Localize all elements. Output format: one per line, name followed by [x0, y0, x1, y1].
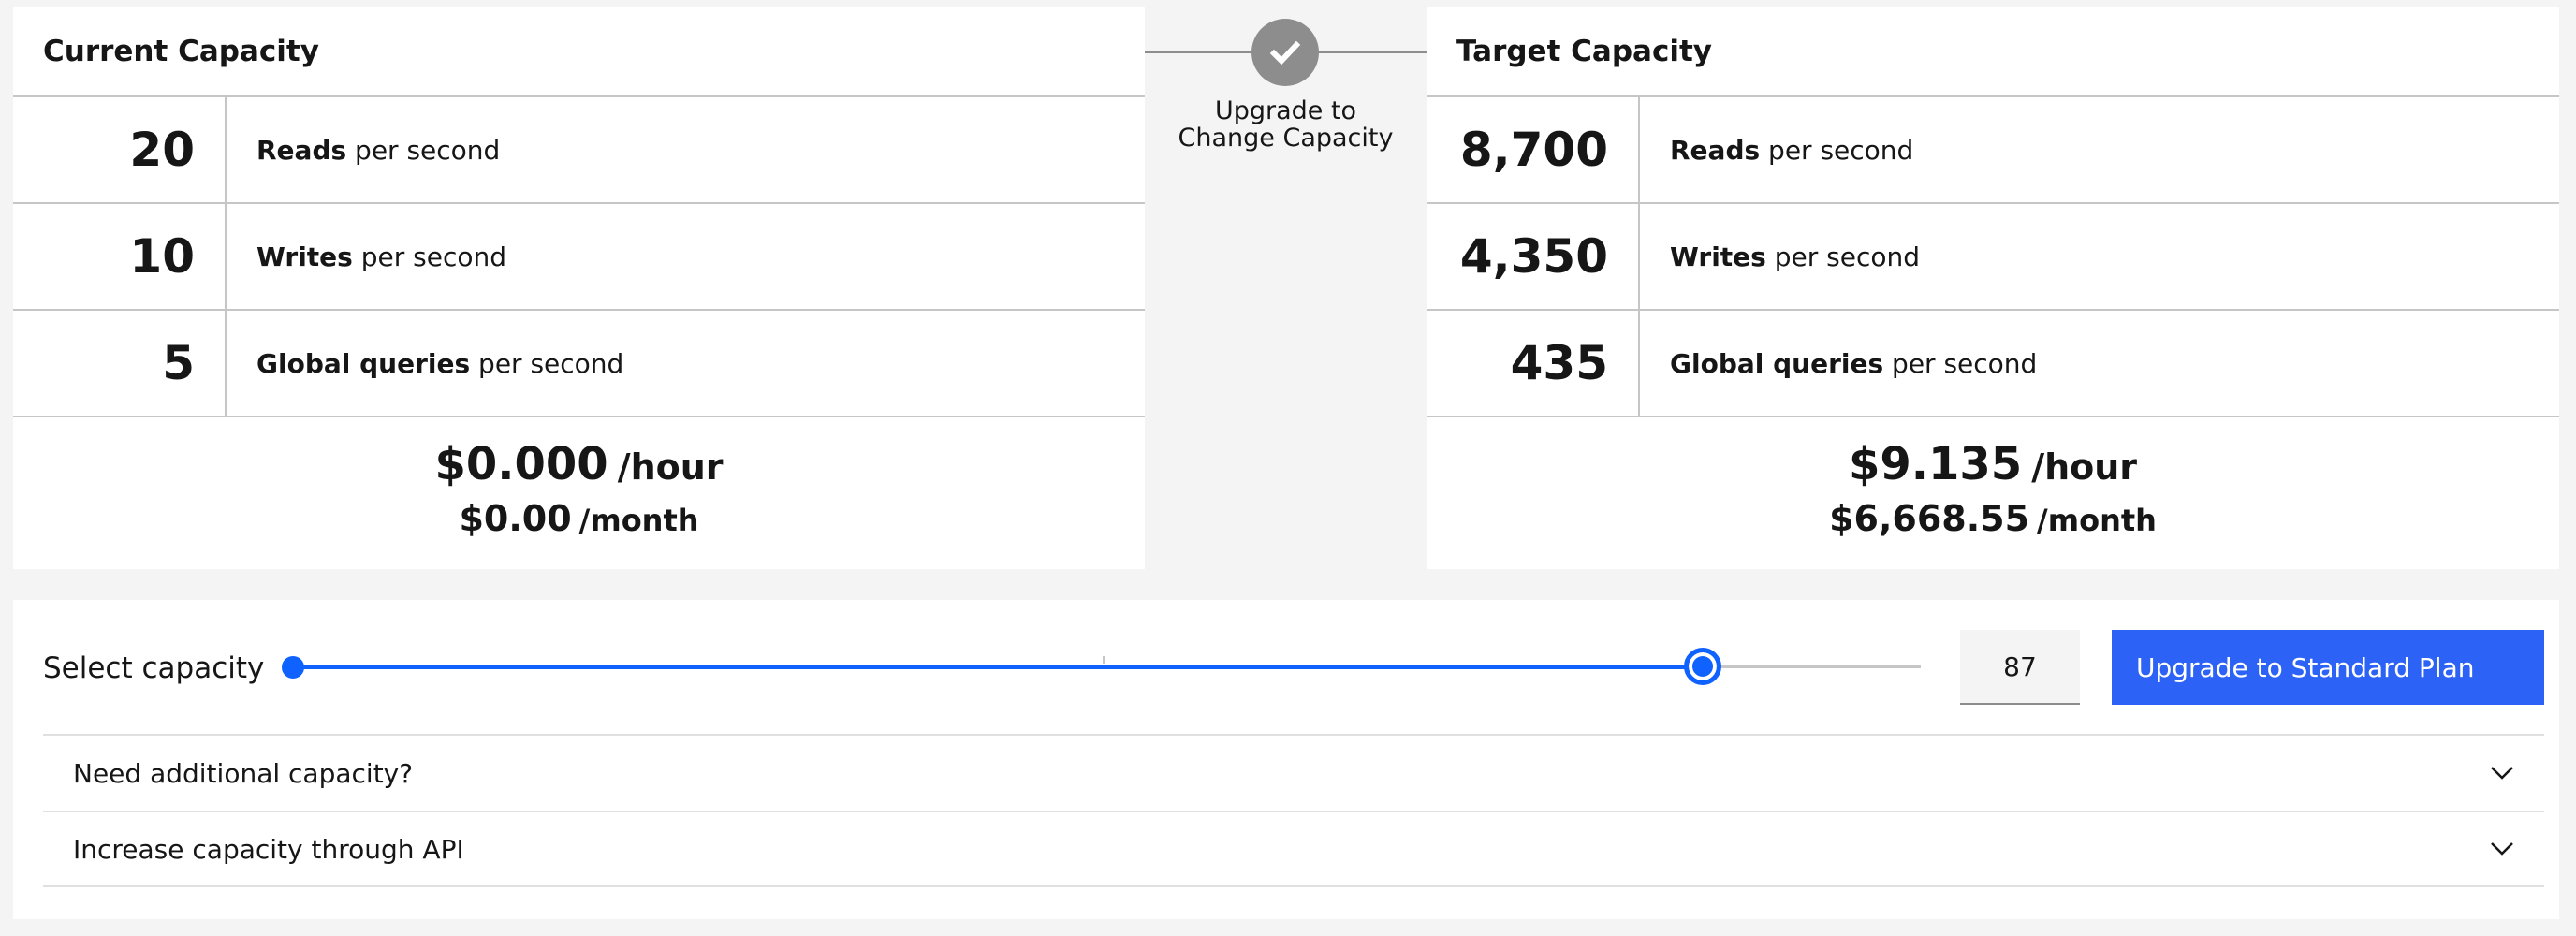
current-capacity-title: Current Capacity — [13, 7, 1145, 97]
current-reads-value: 20 — [13, 97, 227, 202]
current-price: $0.000/hour $0.00/month — [13, 417, 1145, 560]
current-global-queries-label: Global queries per second — [256, 347, 624, 379]
accordion-item-additional-capacity[interactable]: Need additional capacity? — [43, 734, 2544, 811]
upgrade-to-standard-plan-button[interactable]: Upgrade to Standard Plan — [2112, 630, 2544, 705]
target-writes-row: 4,350 Writes per second — [1427, 204, 2559, 311]
capacity-selector-panel: Select capacity Upgrade to Standard Plan… — [13, 600, 2559, 919]
current-monthly-price: $0.00/month — [459, 498, 699, 539]
accordion-item-capacity-api[interactable]: Increase capacity through API — [43, 811, 2544, 887]
slider-thumb[interactable] — [1684, 648, 1721, 685]
current-global-queries-row: 5 Global queries per second — [13, 311, 1145, 417]
target-reads-value: 8,700 — [1427, 97, 1640, 202]
current-writes-value: 10 — [13, 204, 227, 309]
capacity-value-input[interactable] — [1960, 630, 2080, 705]
capacity-slider[interactable] — [282, 648, 1921, 685]
current-writes-row: 10 Writes per second — [13, 204, 1145, 311]
target-global-queries-row: 435 Global queries per second — [1427, 311, 2559, 417]
connector-label: Upgrade to Change Capacity — [1178, 96, 1394, 153]
target-price: $9.135/hour $6,668.55/month — [1427, 417, 2559, 560]
target-monthly-price: $6,668.55/month — [1829, 498, 2157, 539]
checkmark-icon — [1251, 19, 1319, 86]
target-capacity-card: Target Capacity 8,700 Reads per second 4… — [1427, 7, 2559, 569]
target-hourly-price: $9.135/hour — [1848, 438, 2138, 490]
target-global-queries-value: 435 — [1427, 311, 1640, 416]
current-global-queries-value: 5 — [13, 311, 227, 416]
slider-mid-tick — [1103, 656, 1105, 664]
current-reads-row: 20 Reads per second — [13, 97, 1145, 204]
current-reads-label: Reads per second — [256, 134, 501, 166]
chevron-down-icon[interactable] — [2490, 766, 2514, 781]
target-reads-label: Reads per second — [1670, 134, 1914, 166]
accordion: Need additional capacity? Increase capac… — [43, 734, 2544, 887]
target-writes-value: 4,350 — [1427, 204, 1640, 309]
select-capacity-label: Select capacity — [43, 651, 265, 685]
current-capacity-card: Current Capacity 20 Reads per second 10 … — [13, 7, 1145, 569]
current-writes-label: Writes per second — [256, 241, 507, 272]
target-capacity-title: Target Capacity — [1427, 7, 2559, 97]
target-reads-row: 8,700 Reads per second — [1427, 97, 2559, 204]
slider-row: Select capacity Upgrade to Standard Plan — [43, 630, 2544, 707]
slider-fill — [292, 665, 1703, 669]
accordion-item-label: Need additional capacity? — [73, 757, 414, 789]
slider-start-dot — [282, 656, 304, 679]
accordion-item-label: Increase capacity through API — [73, 833, 464, 865]
current-hourly-price: $0.000/hour — [434, 438, 724, 490]
target-global-queries-label: Global queries per second — [1670, 347, 2038, 379]
target-writes-label: Writes per second — [1670, 241, 1921, 272]
chevron-down-icon[interactable] — [2490, 841, 2514, 856]
